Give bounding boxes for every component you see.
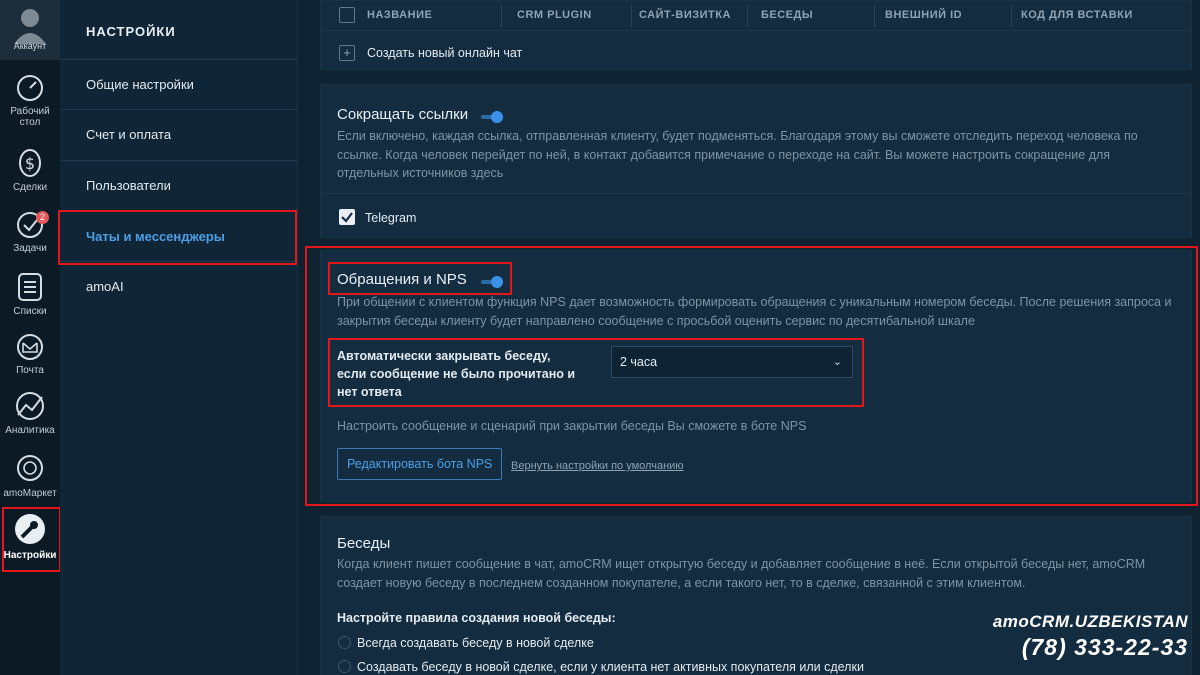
brand-watermark: amoCRM.UZBEKISTAN (78) 333-22-33 [993, 612, 1188, 661]
column-crm-plugin[interactable]: CRM PLUGIN [517, 9, 592, 21]
column-embed-code[interactable]: КОД ДЛЯ ВСТАВКИ [1021, 9, 1133, 21]
icon-rail: Аккаунт Рабочий стол $ Сделки 2 Задачи С… [0, 0, 61, 675]
menu-item-users[interactable]: Пользователи [60, 160, 298, 210]
column-site-card[interactable]: САЙТ-ВИЗИТКА [639, 9, 731, 21]
rail-label-analytics: Аналитика [5, 425, 55, 436]
rail-item-tasks[interactable]: 2 Задачи [0, 211, 60, 254]
highlight-nps-title [328, 262, 512, 295]
rail-item-market[interactable]: amoМаркет [0, 452, 60, 499]
dollar-icon: $ [19, 149, 41, 177]
rail-label-deals: Сделки [12, 182, 48, 193]
menu-title: НАСТРОЙКИ [86, 24, 176, 39]
telegram-checkbox[interactable] [339, 209, 355, 225]
market-icon [17, 455, 43, 481]
create-chat-link[interactable]: Создать новый онлайн чат [367, 46, 522, 60]
column-external-id[interactable]: ВНЕШНИЙ ID [885, 9, 962, 21]
talks-description: Когда клиент пишет сообщение в чат, amoC… [337, 557, 1146, 590]
column-talks[interactable]: БЕСЕДЫ [761, 9, 813, 21]
chats-table-card: НАЗВАНИЕ CRM PLUGIN САЙТ-ВИЗИТКА БЕСЕДЫ … [320, 0, 1192, 70]
analytics-icon [16, 392, 44, 420]
rail-item-deals[interactable]: $ Сделки [0, 148, 60, 193]
shorten-links-card: Сокращать ссылки Если включено, каждая с… [320, 84, 1192, 238]
content-area: НАЗВАНИЕ CRM PLUGIN САЙТ-ВИЗИТКА БЕСЕДЫ … [298, 0, 1200, 675]
menu-item-general[interactable]: Общие настройки [60, 59, 298, 109]
account-button[interactable]: Аккаунт [0, 0, 60, 60]
column-name[interactable]: НАЗВАНИЕ [367, 9, 432, 21]
list-icon [18, 273, 42, 301]
mail-icon [17, 334, 43, 360]
rail-label-mail: Почта [16, 365, 44, 376]
rail-label-lists: Списки [13, 306, 47, 317]
highlight-chats [58, 210, 297, 265]
rail-label-tasks: Задачи [13, 243, 47, 254]
section-divider [321, 193, 1191, 194]
highlight-autoclose [328, 338, 864, 407]
talks-option-radio[interactable] [338, 660, 351, 673]
table-divider [321, 30, 1191, 31]
talks-option-label[interactable]: Создавать беседу в новой сделке, если у … [357, 660, 864, 674]
rail-label-account: Аккаунт [13, 41, 47, 51]
highlight-settings [2, 507, 61, 572]
shorten-links-toggle[interactable] [481, 111, 505, 123]
talks-option-radio[interactable] [338, 636, 351, 649]
talks-option-label[interactable]: Всегда создавать беседу в новой сделке [357, 636, 594, 650]
avatar-icon [14, 9, 46, 44]
talks-rules-title: Настройте правила создания новой беседы: [337, 611, 616, 625]
svg-text:$: $ [25, 154, 35, 173]
rail-item-dashboard[interactable]: Рабочий стол [0, 74, 60, 128]
brand-phone: (78) 333-22-33 [1021, 634, 1188, 660]
rail-label-dashboard: Рабочий стол [10, 106, 50, 128]
checkmark-icon [341, 212, 353, 223]
plus-icon[interactable]: + [339, 45, 355, 61]
menu-item-amoai[interactable]: amoAI [60, 261, 298, 311]
rail-item-lists[interactable]: Списки [0, 272, 60, 317]
tasks-count-badge: 2 [36, 211, 49, 224]
column-divider [1011, 5, 1012, 27]
select-all-checkbox[interactable] [339, 7, 355, 23]
rail-item-mail[interactable]: Почта [0, 333, 60, 376]
column-divider [874, 5, 875, 27]
rail-label-market: amoМаркет [3, 488, 57, 499]
menu-item-billing[interactable]: Счет и оплата [60, 109, 298, 159]
telegram-label: Telegram [365, 211, 417, 225]
settings-menu: НАСТРОЙКИ Общие настройки Счет и оплата … [58, 0, 298, 675]
shorten-links-description: Если включено, каждая ссылка, отправленн… [337, 129, 1138, 180]
column-divider [747, 5, 748, 27]
column-divider [501, 5, 502, 27]
column-divider [631, 5, 632, 27]
rail-item-analytics[interactable]: Аналитика [0, 391, 60, 436]
dashboard-icon [17, 75, 43, 101]
shorten-links-title: Сокращать ссылки [337, 106, 469, 123]
talks-title: Беседы [337, 535, 391, 552]
brand-name: amoCRM.UZBEKISTAN [992, 612, 1188, 631]
